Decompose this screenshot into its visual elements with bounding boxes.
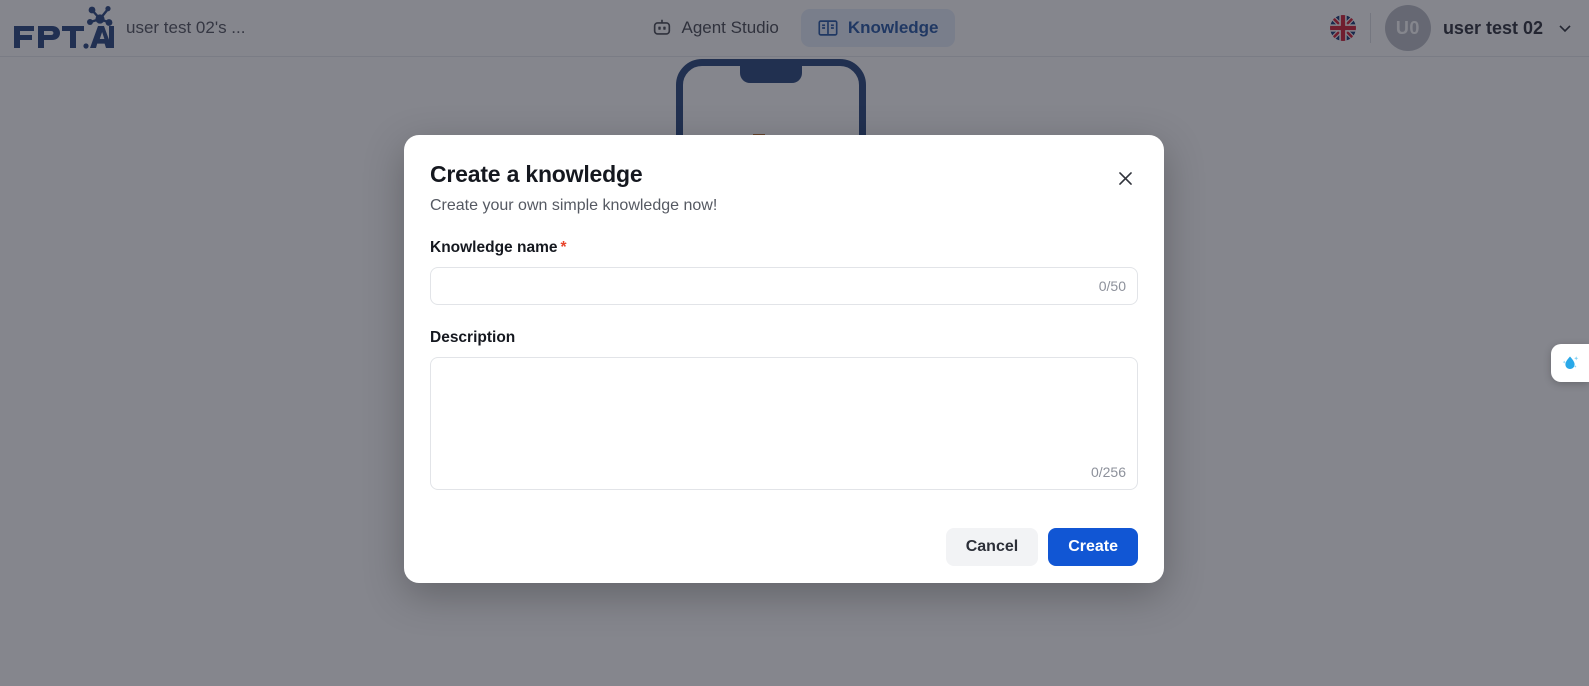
- knowledge-name-label-text: Knowledge name: [430, 239, 558, 256]
- knowledge-name-input[interactable]: [431, 268, 1137, 304]
- required-asterisk: *: [560, 239, 567, 256]
- close-icon: [1118, 171, 1132, 185]
- description-textarea-wrap: 0/256: [430, 357, 1138, 490]
- knowledge-name-label: Knowledge name *: [430, 239, 1138, 257]
- create-knowledge-dialog: Create a knowledge Create your own simpl…: [404, 135, 1164, 583]
- create-button[interactable]: Create: [1048, 528, 1138, 566]
- assistant-side-tab[interactable]: [1551, 344, 1589, 382]
- dialog-title: Create a knowledge: [430, 161, 643, 187]
- app-root: user test 02's ... Agent Studio: [0, 0, 1589, 686]
- dialog-footer: Cancel Create: [430, 528, 1138, 566]
- description-label: Description: [430, 329, 516, 346]
- knowledge-name-field: Knowledge name * 0/50: [430, 239, 1138, 305]
- dialog-subtitle: Create your own simple knowledge now!: [430, 197, 718, 214]
- knowledge-name-input-wrap: 0/50: [430, 267, 1138, 305]
- description-textarea[interactable]: [431, 358, 1137, 489]
- cancel-button[interactable]: Cancel: [945, 528, 1039, 566]
- description-field: Description 0/256: [430, 329, 1138, 490]
- close-dialog-button[interactable]: [1110, 163, 1140, 193]
- dialog-header: Create a knowledge Create your own simpl…: [430, 161, 1138, 215]
- water-drop-sparkle-icon: [1562, 356, 1579, 369]
- dialog-title-block: Create a knowledge Create your own simpl…: [430, 161, 717, 215]
